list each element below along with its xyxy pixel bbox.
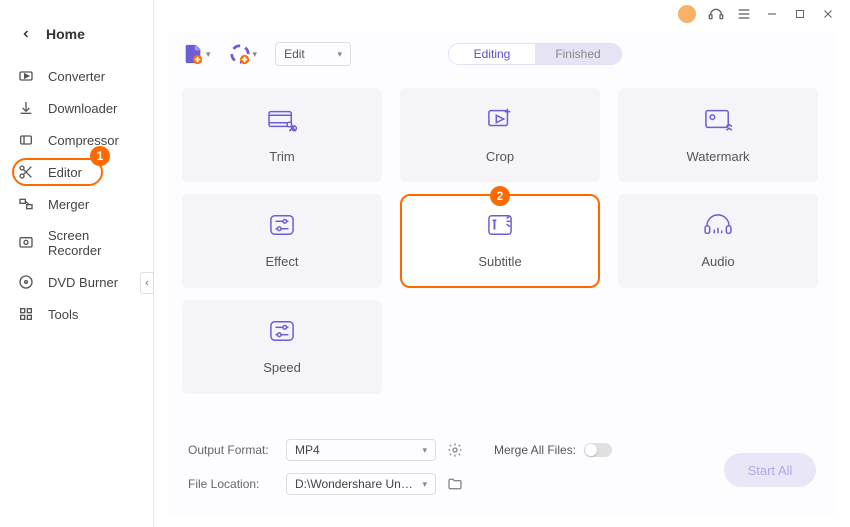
sidebar-item-screen-recorder[interactable]: Screen Recorder bbox=[0, 220, 153, 266]
close-icon[interactable] bbox=[820, 6, 836, 22]
tile-label: Trim bbox=[269, 149, 295, 164]
minimize-icon[interactable] bbox=[764, 6, 780, 22]
support-headset-icon[interactable] bbox=[708, 6, 724, 22]
active-highlight bbox=[12, 158, 103, 186]
sidebar-item-merger[interactable]: Merger bbox=[0, 188, 153, 220]
edit-mode-select[interactable]: Edit ▾ bbox=[275, 42, 351, 66]
file-plus-icon bbox=[182, 43, 204, 65]
editor-toolbar: ▾ ▾ Edit ▾ Editing Finished bbox=[182, 42, 822, 66]
tile-crop[interactable]: Crop bbox=[400, 88, 600, 182]
output-format-label: Output Format: bbox=[188, 443, 276, 457]
sidebar-item-label: Merger bbox=[48, 197, 89, 212]
tile-effect[interactable]: Effect bbox=[182, 194, 382, 288]
merger-icon bbox=[18, 196, 34, 212]
tools-icon bbox=[18, 306, 34, 322]
add-from-device-button[interactable]: ▾ bbox=[229, 43, 258, 65]
sidebar-item-label: Tools bbox=[48, 307, 78, 322]
sidebar-item-label: DVD Burner bbox=[48, 275, 118, 290]
merge-toggle[interactable] bbox=[584, 443, 612, 457]
step-badge-1: 1 bbox=[90, 146, 110, 166]
settings-gear-icon[interactable] bbox=[446, 441, 464, 459]
converter-icon bbox=[18, 68, 34, 84]
editor-panel: ▾ ▾ Edit ▾ Editing Finished Tr bbox=[168, 32, 836, 517]
home-back[interactable]: Home bbox=[0, 20, 153, 60]
disc-plus-icon bbox=[229, 43, 251, 65]
tool-grid: Trim Crop Watermark Effect 2 S bbox=[182, 88, 822, 394]
titlebar bbox=[664, 0, 850, 28]
step-badge-2: 2 bbox=[490, 186, 510, 206]
start-all-button[interactable]: Start All bbox=[724, 453, 816, 487]
tile-audio[interactable]: Audio bbox=[618, 194, 818, 288]
tile-subtitle[interactable]: 2 Subtitle bbox=[400, 194, 600, 288]
sidebar-item-label: Screen Recorder bbox=[48, 228, 135, 258]
edit-mode-value: Edit bbox=[284, 47, 305, 61]
chevron-left-icon bbox=[20, 28, 32, 40]
start-all-label: Start All bbox=[748, 463, 793, 478]
tile-label: Speed bbox=[263, 360, 301, 375]
hamburger-menu-icon[interactable] bbox=[736, 6, 752, 22]
maximize-icon[interactable] bbox=[792, 6, 808, 22]
output-format-select[interactable]: MP4▾ bbox=[286, 439, 436, 461]
avatar-icon[interactable] bbox=[678, 5, 696, 23]
sidebar: Home Converter Downloader Compressor 1 E… bbox=[0, 0, 154, 527]
audio-icon bbox=[703, 213, 733, 242]
file-location-value: D:\Wondershare UniConverter 1 bbox=[295, 477, 415, 491]
sidebar-item-converter[interactable]: Converter bbox=[0, 60, 153, 92]
dvd-icon bbox=[18, 274, 34, 290]
sidebar-item-compressor[interactable]: Compressor bbox=[0, 124, 153, 156]
tile-speed[interactable]: Speed bbox=[182, 300, 382, 394]
download-icon bbox=[18, 100, 34, 116]
trim-icon bbox=[267, 106, 297, 137]
home-label: Home bbox=[46, 26, 85, 42]
tile-label: Audio bbox=[701, 254, 734, 269]
screen-recorder-icon bbox=[18, 235, 34, 251]
compressor-icon bbox=[18, 132, 34, 148]
sidebar-item-label: Compressor bbox=[48, 133, 119, 148]
merge-all-row: Merge All Files: bbox=[494, 443, 612, 457]
editing-finished-toggle[interactable]: Editing Finished bbox=[448, 43, 622, 65]
tile-watermark[interactable]: Watermark bbox=[618, 88, 818, 182]
sidebar-item-label: Downloader bbox=[48, 101, 117, 116]
tile-label: Crop bbox=[486, 149, 514, 164]
file-location-select[interactable]: D:\Wondershare UniConverter 1▾ bbox=[286, 473, 436, 495]
footer: Output Format: MP4▾ Merge All Files: Fil… bbox=[182, 431, 822, 501]
tile-label: Watermark bbox=[686, 149, 749, 164]
speed-icon bbox=[268, 319, 296, 348]
watermark-icon bbox=[703, 106, 733, 137]
seg-editing[interactable]: Editing bbox=[449, 44, 535, 64]
subtitle-icon bbox=[486, 213, 514, 242]
main-content: ▾ ▾ Edit ▾ Editing Finished Tr bbox=[154, 0, 850, 527]
tile-label: Effect bbox=[265, 254, 298, 269]
sidebar-item-dvd-burner[interactable]: DVD Burner bbox=[0, 266, 153, 298]
add-file-button[interactable]: ▾ bbox=[182, 43, 211, 65]
tile-label: Subtitle bbox=[478, 254, 521, 269]
sidebar-item-label: Converter bbox=[48, 69, 105, 84]
effect-icon bbox=[268, 213, 296, 242]
seg-finished[interactable]: Finished bbox=[535, 44, 621, 64]
sidebar-item-downloader[interactable]: Downloader bbox=[0, 92, 153, 124]
file-location-label: File Location: bbox=[188, 477, 276, 491]
collapse-sidebar-button[interactable] bbox=[140, 272, 154, 294]
sidebar-item-tools[interactable]: Tools bbox=[0, 298, 153, 330]
merge-label: Merge All Files: bbox=[494, 443, 576, 457]
tile-trim[interactable]: Trim bbox=[182, 88, 382, 182]
open-folder-icon[interactable] bbox=[446, 475, 464, 493]
sidebar-item-editor[interactable]: 1 Editor bbox=[0, 156, 153, 188]
output-format-value: MP4 bbox=[295, 443, 320, 457]
chevron-left-icon bbox=[143, 279, 151, 287]
crop-icon bbox=[486, 106, 514, 137]
